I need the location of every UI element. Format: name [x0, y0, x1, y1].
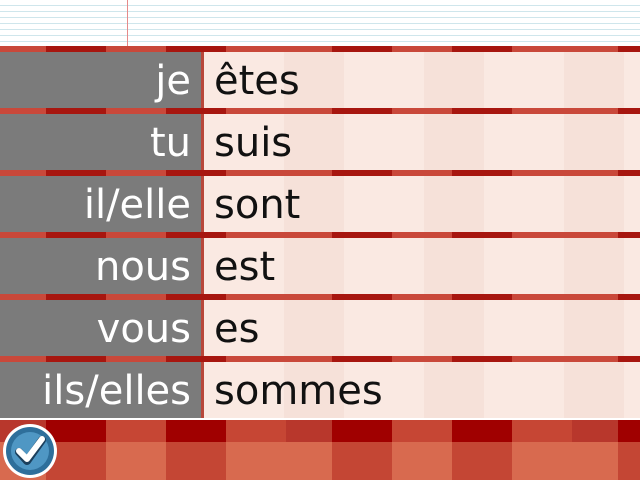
verb-form-tile[interactable]: est: [204, 238, 640, 294]
footer-bar: [0, 420, 640, 480]
table-row: nous est: [0, 238, 640, 294]
notebook-header: [0, 0, 640, 47]
checkmark-icon: [3, 424, 57, 478]
table-row: je êtes: [0, 52, 640, 108]
table-row: ils/elles sommes: [0, 362, 640, 418]
conjugation-table: je êtes tu suis il/elle sont nous est vo…: [0, 46, 640, 420]
pronoun-label: il/elle: [0, 176, 201, 232]
verb-form-tile[interactable]: sommes: [204, 362, 640, 418]
table-row: tu suis: [0, 114, 640, 170]
verb-form-tile[interactable]: suis: [204, 114, 640, 170]
pronoun-label: ils/elles: [0, 362, 201, 418]
pronoun-label: je: [0, 52, 201, 108]
margin-line: [127, 0, 128, 46]
verb-form-tile[interactable]: es: [204, 300, 640, 356]
table-row: vous es: [0, 300, 640, 356]
pronoun-label: nous: [0, 238, 201, 294]
pronoun-label: tu: [0, 114, 201, 170]
footer-band-top: [0, 420, 640, 442]
footer-band-bottom: [0, 442, 640, 480]
pronoun-label: vous: [0, 300, 201, 356]
verb-form-tile[interactable]: sont: [204, 176, 640, 232]
table-row: il/elle sont: [0, 176, 640, 232]
verb-form-tile[interactable]: êtes: [204, 52, 640, 108]
check-answer-button[interactable]: [2, 423, 58, 479]
